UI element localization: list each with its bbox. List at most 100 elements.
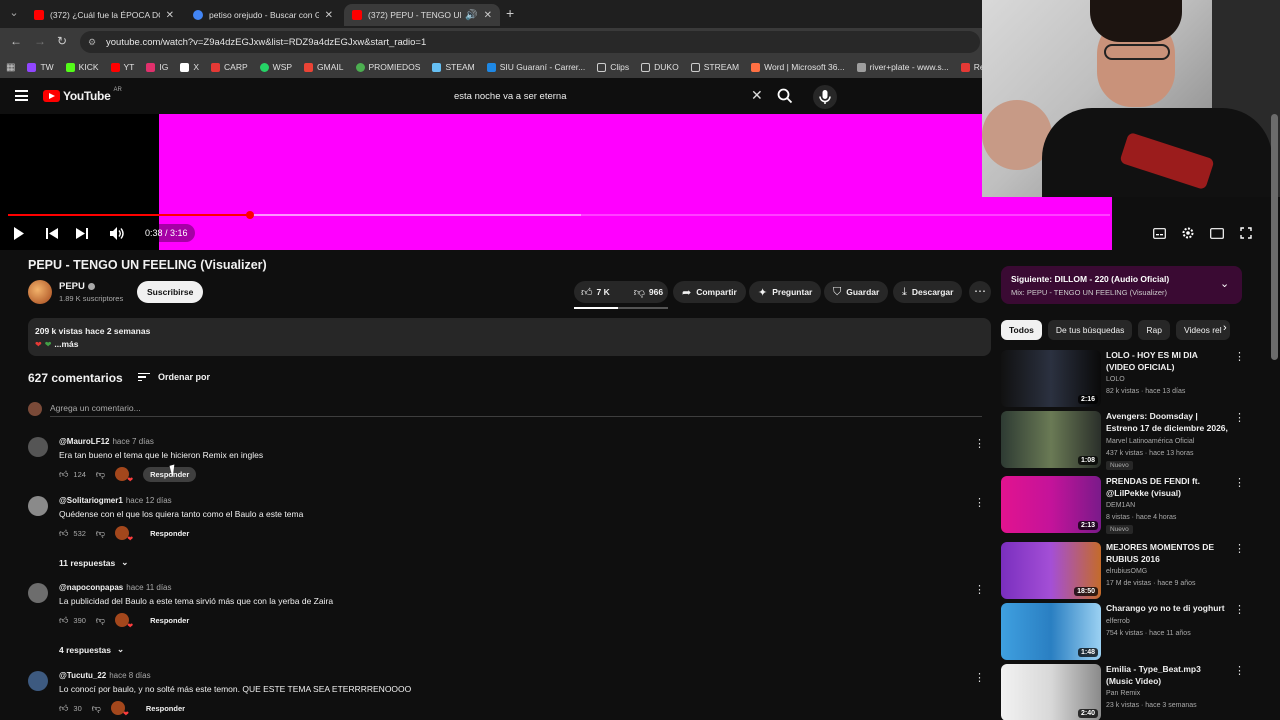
recommendation-menu-icon[interactable]: ⋮ bbox=[1234, 603, 1245, 616]
video-thumbnail[interactable]: 1:08 bbox=[1001, 411, 1101, 468]
tab-audio-icon[interactable]: 🔊 bbox=[465, 10, 477, 21]
share-button[interactable]: ➦ Compartir bbox=[673, 281, 746, 303]
search-input[interactable]: esta noche va a ser eterna bbox=[444, 85, 770, 107]
browser-tab-2[interactable]: petiso orejudo - Buscar con Go ✕ bbox=[185, 4, 341, 26]
comment-author[interactable]: @napoconpapas hace 11 días bbox=[59, 583, 171, 592]
comment-menu-icon[interactable]: ⋮ bbox=[974, 437, 985, 450]
video-player[interactable]: 0:38 / 3:16 bbox=[0, 114, 1252, 250]
settings-gear-icon[interactable] bbox=[1181, 226, 1195, 240]
commenter-avatar[interactable] bbox=[28, 437, 48, 457]
bookmark-steam[interactable]: STEAM bbox=[432, 62, 475, 72]
bookmark-wsp[interactable]: WSP bbox=[259, 62, 292, 72]
description-box[interactable]: 209 k vistas hace 2 semanas ❤ ❤ ...más bbox=[28, 318, 991, 356]
video-thumbnail[interactable]: 2:16 bbox=[1001, 350, 1101, 407]
close-tab-icon[interactable]: ✕ bbox=[484, 10, 492, 21]
hamburger-menu-icon[interactable] bbox=[15, 90, 28, 101]
chip-rap[interactable]: Rap bbox=[1138, 320, 1170, 340]
tab-search-chevron-icon[interactable]: ⌄ bbox=[6, 5, 22, 21]
close-tab-icon[interactable]: ✕ bbox=[325, 10, 333, 21]
recommendation-item[interactable]: 1:48 Charango yo no te di yoghurt elferr… bbox=[1001, 603, 1245, 660]
progress-bar[interactable] bbox=[8, 211, 1110, 219]
thumbs-up-icon[interactable]: 👍︎ bbox=[59, 615, 68, 626]
bookmark-x[interactable]: X bbox=[180, 62, 199, 72]
thumbs-up-icon[interactable]: 👍︎ bbox=[59, 703, 68, 714]
video-thumbnail[interactable]: 2:13 bbox=[1001, 476, 1101, 533]
close-tab-icon[interactable]: ✕ bbox=[166, 10, 174, 21]
download-button[interactable]: ⤓ Descargar bbox=[893, 281, 963, 303]
browser-tab-3-active[interactable]: (372) PEPU - TENGO UN FE 🔊 ✕ bbox=[344, 4, 500, 26]
chevron-right-icon[interactable]: › bbox=[1223, 322, 1227, 334]
site-info-icon[interactable]: ⚙ bbox=[88, 37, 100, 47]
commenter-avatar[interactable] bbox=[28, 671, 48, 691]
chip-from-searches[interactable]: De tus búsquedas bbox=[1047, 320, 1133, 340]
show-more-link[interactable]: ...más bbox=[54, 339, 78, 349]
recommendation-menu-icon[interactable]: ⋮ bbox=[1234, 476, 1245, 489]
thumbs-down-icon[interactable]: 👎︎ bbox=[96, 615, 105, 626]
comment-menu-icon[interactable]: ⋮ bbox=[974, 671, 985, 684]
dislike-button[interactable]: 👎︎ 966 bbox=[627, 281, 670, 303]
up-next-panel[interactable]: Siguiente: DILLOM - 220 (Audio Oficial) … bbox=[1001, 266, 1242, 304]
chip-all[interactable]: Todos bbox=[1001, 320, 1042, 340]
comment-menu-icon[interactable]: ⋮ bbox=[974, 583, 985, 596]
bookmark-folder-stream[interactable]: STREAM bbox=[690, 62, 739, 72]
new-tab-button[interactable]: + bbox=[506, 5, 514, 21]
theater-mode-icon[interactable] bbox=[1210, 228, 1224, 239]
recommendation-item[interactable]: 1:08 Avengers: Doomsday | Estreno 17 de … bbox=[1001, 411, 1245, 470]
bookmark-folder-clips[interactable]: Clips bbox=[597, 62, 629, 72]
video-thumbnail[interactable]: 18:50 bbox=[1001, 542, 1101, 599]
play-icon[interactable] bbox=[13, 227, 25, 240]
comment-author[interactable]: @Solitariogmer1 hace 12 días bbox=[59, 496, 172, 505]
chip-related[interactable]: Videos rel bbox=[1176, 320, 1230, 340]
chevron-down-icon[interactable]: ⌄ bbox=[1220, 277, 1229, 290]
reply-button[interactable]: Responder bbox=[139, 701, 192, 716]
channel-avatar[interactable] bbox=[28, 280, 52, 304]
bookmark-promiedos[interactable]: PROMIEDOS bbox=[355, 62, 420, 72]
view-replies-button[interactable]: 4 respuestas ⌄ bbox=[59, 644, 124, 655]
previous-icon[interactable] bbox=[46, 228, 58, 239]
sort-comments-button[interactable]: Ordenar por bbox=[138, 372, 210, 382]
thumbs-down-icon[interactable]: 👎︎ bbox=[96, 469, 105, 480]
recommendation-menu-icon[interactable]: ⋮ bbox=[1234, 411, 1245, 424]
comment-author[interactable]: @MauroLF12 hace 7 días bbox=[59, 437, 154, 446]
view-replies-button[interactable]: 11 respuestas ⌄ bbox=[59, 557, 128, 568]
recommendation-menu-icon[interactable]: ⋮ bbox=[1234, 542, 1245, 555]
more-actions-icon[interactable]: ⋯ bbox=[969, 281, 991, 303]
recommendation-item[interactable]: 18:50 MEJORES MOMENTOS DE RUBIUS 2016 el… bbox=[1001, 542, 1245, 599]
microphone-icon[interactable] bbox=[813, 85, 837, 109]
recommendation-item[interactable]: 2:13 PRENDAS DE FENDI ft. @LilPekke (vis… bbox=[1001, 476, 1245, 534]
reply-button[interactable]: Responder bbox=[143, 526, 196, 541]
thumbs-up-icon[interactable]: 👍︎ bbox=[59, 528, 68, 539]
bookmark-carp[interactable]: CARP bbox=[211, 62, 248, 72]
forward-arrow-icon[interactable]: → bbox=[34, 34, 46, 48]
reload-icon[interactable]: ↻ bbox=[57, 34, 67, 48]
add-comment-input[interactable]: Agrega un comentario... bbox=[50, 403, 982, 417]
comment-menu-icon[interactable]: ⋮ bbox=[974, 496, 985, 509]
back-arrow-icon[interactable]: ← bbox=[10, 34, 22, 48]
recommendation-menu-icon[interactable]: ⋮ bbox=[1234, 350, 1245, 363]
recommendation-menu-icon[interactable]: ⋮ bbox=[1234, 664, 1245, 677]
next-icon[interactable] bbox=[76, 228, 88, 239]
bookmark-kick[interactable]: KICK bbox=[65, 62, 99, 72]
bookmark-tw[interactable]: TW bbox=[27, 62, 54, 72]
recommendation-item[interactable]: 2:16 LOLO - HOY ES MI DIA (VIDEO OFICIAL… bbox=[1001, 350, 1245, 407]
bookmark-siu[interactable]: SIU Guaraní - Carrer... bbox=[486, 62, 585, 72]
bookmark-gmail[interactable]: GMAIL bbox=[304, 62, 344, 72]
video-thumbnail[interactable]: 2:40 bbox=[1001, 664, 1101, 720]
thumbs-down-icon[interactable]: 👎︎ bbox=[92, 703, 101, 714]
address-bar[interactable]: ⚙ youtube.com/watch?v=Z9a4dzEGJxw&list=R… bbox=[80, 31, 980, 53]
subscribe-button[interactable]: Suscribirse bbox=[137, 281, 204, 303]
commenter-avatar[interactable] bbox=[28, 496, 48, 516]
youtube-logo[interactable]: YouTube AR bbox=[43, 87, 122, 103]
reply-button[interactable]: Responder bbox=[143, 613, 196, 628]
browser-tab-1[interactable]: (372) ¿Cuál fue la ÉPOCA DORA ✕ bbox=[26, 4, 182, 26]
channel-name[interactable]: PEPU bbox=[59, 281, 95, 292]
fullscreen-icon[interactable] bbox=[1240, 227, 1252, 239]
search-icon[interactable] bbox=[776, 87, 794, 105]
subtitles-icon[interactable] bbox=[1153, 228, 1166, 239]
bookmark-word[interactable]: Word | Microsoft 36... bbox=[751, 62, 845, 72]
comment-author[interactable]: @Tucutu_22 hace 8 días bbox=[59, 671, 151, 680]
save-button[interactable]: ⛉ Guardar bbox=[824, 281, 889, 303]
bookmark-yt[interactable]: YT bbox=[110, 62, 134, 72]
thumbs-down-icon[interactable]: 👎︎ bbox=[96, 528, 105, 539]
like-button[interactable]: 👍︎ 7 K bbox=[574, 281, 617, 303]
